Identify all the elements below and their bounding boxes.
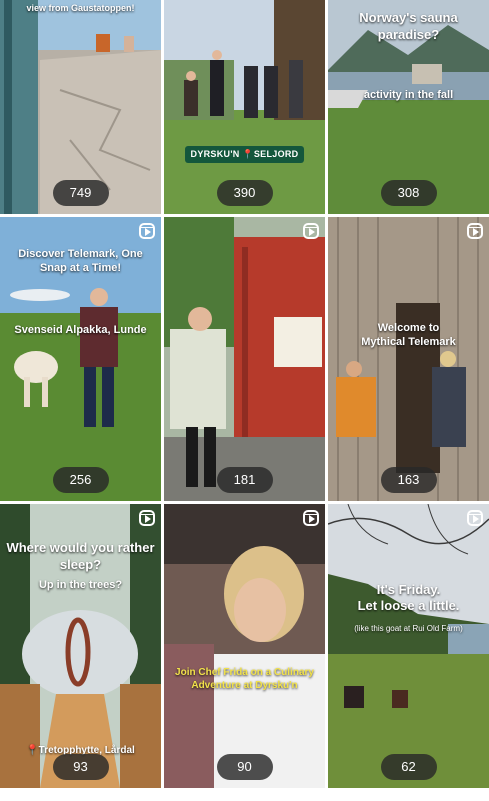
- view-count: 749: [52, 180, 109, 206]
- view-count: 390: [216, 180, 273, 206]
- view-count: 163: [380, 467, 437, 493]
- reel-icon: [467, 223, 483, 239]
- reel-tile[interactable]: Join Chef Frida on a Culinary Adventure …: [164, 504, 325, 788]
- tile-caption: Welcome to: [377, 322, 440, 334]
- reel-tile[interactable]: It's Friday. Let loose a little. (like t…: [328, 504, 489, 788]
- tile-thumbnail: [164, 217, 325, 501]
- reel-icon: [303, 510, 319, 526]
- tile-caption: It's Friday.: [376, 582, 441, 597]
- reel-tile[interactable]: 181: [164, 217, 325, 501]
- tile-subcaption: Svenseid Alpakka, Lunde: [14, 324, 147, 336]
- reel-tile[interactable]: Welcome to Mythical Telemark 163: [328, 217, 489, 501]
- view-count: 90: [216, 754, 273, 780]
- tile-thumbnail: [328, 217, 489, 501]
- tile-caption: Discover Telemark, One Snap at a Time!: [18, 248, 143, 275]
- reel-tile[interactable]: Discover Telemark, One Snap at a Time! S…: [0, 217, 161, 501]
- view-count: 181: [216, 467, 273, 493]
- reel-icon: [467, 510, 483, 526]
- tile-subcaption: Mythical Telemark: [361, 336, 456, 348]
- tile-caption: Join Chef Frida on a Culinary Adventure …: [175, 667, 314, 691]
- view-count: 62: [380, 754, 437, 780]
- view-count: 256: [52, 467, 109, 493]
- view-count: 93: [52, 754, 109, 780]
- reel-icon: [139, 510, 155, 526]
- tile-note: (like this goat at Rui Old Farm): [354, 624, 463, 633]
- reel-icon: [139, 223, 155, 239]
- tile-thumbnail: [328, 504, 489, 788]
- reel-tile[interactable]: DYRSKU'N 📍SELJORD 390: [164, 0, 325, 214]
- tile-caption: Where would you rather sleep?: [6, 540, 155, 572]
- tile-subcaption: Up in the trees?: [38, 579, 123, 591]
- reel-tile[interactable]: view from Gaustatoppen! 749: [0, 0, 161, 214]
- view-count: 308: [380, 180, 437, 206]
- location-pin-icon: 📍: [26, 745, 39, 756]
- reel-tile[interactable]: Where would you rather sleep? Up in the …: [0, 504, 161, 788]
- tile-caption: view from Gaustatoppen!: [26, 3, 135, 13]
- tile-subcaption: Let loose a little.: [357, 598, 460, 613]
- reel-tile[interactable]: Norway's sauna paradise? activity in the…: [328, 0, 489, 214]
- location-tag: DYRSKU'N 📍SELJORD: [184, 146, 305, 163]
- tile-subcaption: activity in the fall: [363, 89, 454, 101]
- reels-grid: view from Gaustatoppen! 749 DYRSKU'N 📍SE…: [0, 0, 489, 801]
- tile-thumbnail: [164, 504, 325, 788]
- tile-caption: Norway's sauna paradise?: [359, 10, 458, 42]
- reel-icon: [303, 223, 319, 239]
